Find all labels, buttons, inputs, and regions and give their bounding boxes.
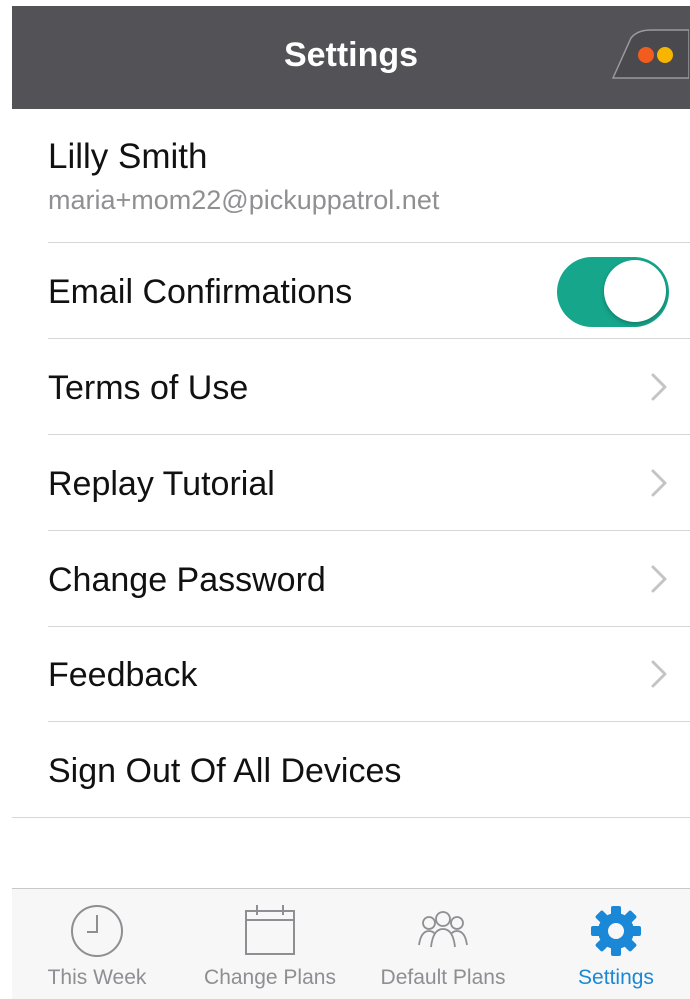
chevron-right-icon	[651, 660, 667, 688]
tab-bar: This Week Change Plans Default Plans Set…	[12, 888, 690, 999]
tab-label: Default Plans	[380, 966, 506, 989]
clock-icon	[71, 905, 123, 957]
settings-screen: Settings Lilly Smith maria+mom22@pickupp…	[12, 6, 690, 999]
tab-settings[interactable]: Settings	[531, 889, 690, 993]
row-label: Sign Out Of All Devices	[48, 752, 402, 790]
tab-default-plans[interactable]: Default Plans	[358, 889, 528, 993]
sign-out-all-devices-row[interactable]: Sign Out Of All Devices	[12, 722, 690, 818]
profile-section: Lilly Smith maria+mom22@pickuppatrol.net	[48, 109, 690, 243]
gear-icon	[591, 906, 641, 956]
people-group-icon	[418, 911, 468, 948]
tab-change-plans[interactable]: Change Plans	[185, 889, 355, 993]
toggle-knob	[604, 260, 666, 322]
car-headlights-icon	[611, 29, 689, 79]
terms-of-use-row[interactable]: Terms of Use	[48, 339, 690, 435]
row-label: Change Password	[48, 561, 326, 599]
row-label: Email Confirmations	[48, 273, 353, 311]
profile-name: Lilly Smith	[48, 137, 208, 176]
row-label: Replay Tutorial	[48, 465, 275, 503]
email-confirmations-row: Email Confirmations	[48, 243, 690, 339]
chevron-right-icon	[651, 565, 667, 593]
row-label: Terms of Use	[48, 369, 249, 407]
change-password-row[interactable]: Change Password	[48, 531, 690, 627]
calendar-icon	[245, 905, 295, 955]
profile-email: maria+mom22@pickuppatrol.net	[48, 185, 440, 215]
tab-label: This Week	[47, 966, 147, 989]
tab-label: Change Plans	[204, 966, 336, 989]
email-confirmations-toggle[interactable]	[557, 257, 669, 327]
chevron-right-icon	[651, 469, 667, 497]
page-title: Settings	[283, 36, 419, 74]
row-label: Feedback	[48, 656, 198, 694]
chevron-right-icon	[651, 373, 667, 401]
navigation-bar: Settings	[12, 6, 690, 109]
replay-tutorial-row[interactable]: Replay Tutorial	[48, 435, 690, 531]
tab-this-week[interactable]: This Week	[12, 889, 182, 993]
feedback-row[interactable]: Feedback	[48, 626, 690, 722]
tab-label: Settings	[578, 966, 654, 989]
